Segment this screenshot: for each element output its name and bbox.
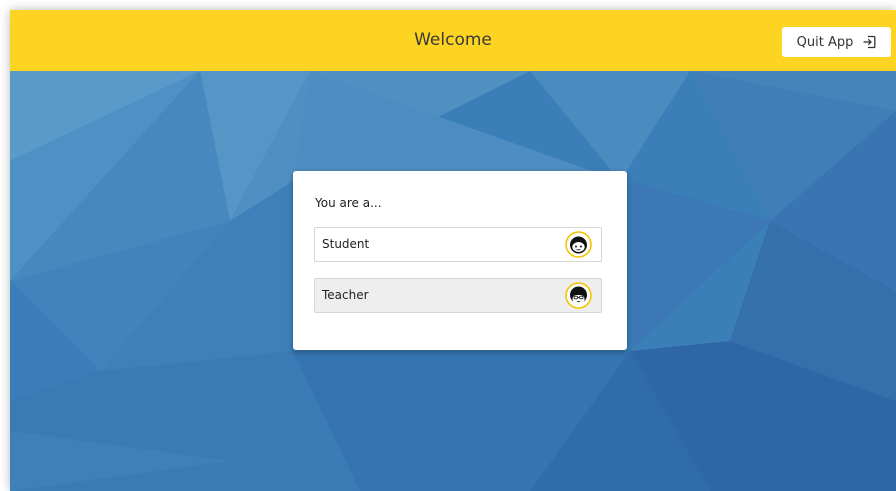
header-bar: Welcome Quit App xyxy=(10,10,896,71)
student-option-label: Student xyxy=(322,237,370,251)
teacher-face-icon xyxy=(565,282,592,309)
exit-icon xyxy=(863,35,876,49)
teacher-option[interactable]: Teacher xyxy=(314,278,602,313)
teacher-option-label: Teacher xyxy=(322,288,369,302)
student-face-icon xyxy=(565,231,592,258)
role-selection-card: You are a... Student Teacher xyxy=(293,171,627,350)
quit-app-label: Quit App xyxy=(796,34,854,50)
app-window: Welcome Quit App You are a... Student Te… xyxy=(10,10,896,491)
page-title: Welcome xyxy=(414,30,492,50)
student-option[interactable]: Student xyxy=(314,227,602,262)
role-prompt: You are a... xyxy=(315,196,382,210)
quit-app-button[interactable]: Quit App xyxy=(782,27,891,57)
